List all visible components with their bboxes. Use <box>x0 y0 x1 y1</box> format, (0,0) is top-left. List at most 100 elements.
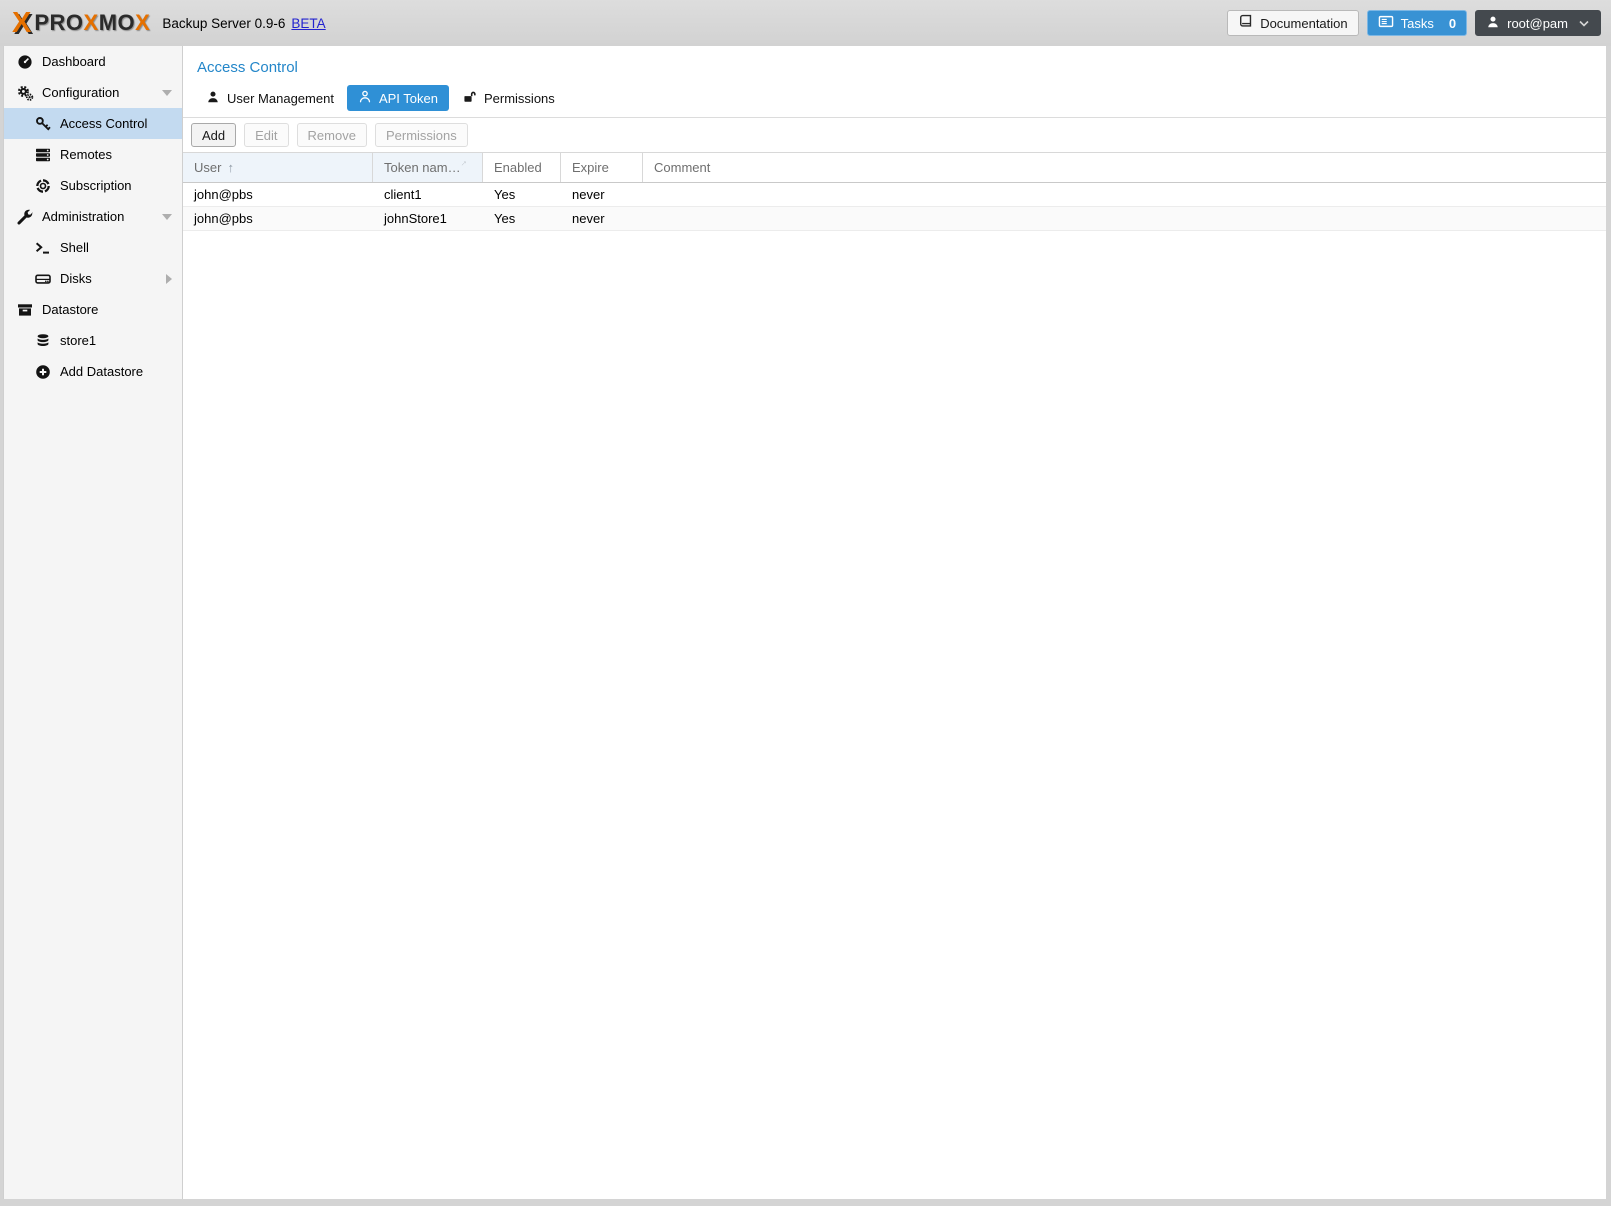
toolbar: Add Edit Remove Permissions <box>183 118 1606 153</box>
sidebar-item-label: Datastore <box>42 302 98 317</box>
user-menu-button[interactable]: root@pam <box>1475 10 1601 36</box>
logo-letters: MO <box>99 10 135 35</box>
top-bar-actions: Documentation Tasks 0 root@pam <box>1227 10 1601 36</box>
sort-asc-icon: ↑ <box>227 160 234 175</box>
cell-user: john@pbs <box>183 207 373 230</box>
tasks-count-badge: 0 <box>1449 16 1456 31</box>
expand-caret-icon[interactable] <box>166 274 172 284</box>
product-version-label: Backup Server 0.9-6 <box>162 16 285 31</box>
gauge-icon <box>16 54 34 70</box>
sidebar-item-label: Subscription <box>60 178 132 193</box>
cell-comment <box>643 183 1606 206</box>
unlock-icon <box>462 90 477 107</box>
tasks-button[interactable]: Tasks 0 <box>1367 10 1467 36</box>
cell-expire: never <box>561 183 643 206</box>
sidebar-item-label: Disks <box>60 271 92 286</box>
tab-label: User Management <box>227 91 334 106</box>
sidebar-item-label: Configuration <box>42 85 119 100</box>
archive-icon <box>16 302 34 318</box>
sidebar-item-disks[interactable]: Disks <box>4 263 182 294</box>
sidebar-item-access-control[interactable]: Access Control <box>4 108 182 139</box>
main-panel: Access Control User Management API Token… <box>183 46 1606 1199</box>
column-label: Token nam… <box>384 160 461 175</box>
top-bar: X PROXMOX Backup Server 0.9-6 BETA Docum… <box>0 0 1611 46</box>
proxmox-x-icon: X <box>12 9 31 38</box>
sidebar-item-configuration[interactable]: Configuration <box>4 77 182 108</box>
gears-icon <box>16 85 34 101</box>
sidebar-item-administration[interactable]: Administration <box>4 201 182 232</box>
tasks-label: Tasks <box>1401 16 1434 31</box>
server-icon <box>34 147 52 163</box>
wrench-icon <box>16 209 34 225</box>
permissions-button[interactable]: Permissions <box>375 123 468 147</box>
logo-letters: X <box>135 10 150 35</box>
page-title: Access Control <box>183 46 1606 85</box>
content-area: Dashboard Configuration Access Control R… <box>3 46 1606 1199</box>
book-icon <box>1238 14 1253 32</box>
sidebar-item-store1[interactable]: store1 <box>4 325 182 356</box>
collapse-caret-icon[interactable] <box>162 90 172 96</box>
hdd-icon <box>34 271 52 287</box>
key-icon <box>34 116 52 132</box>
table-header: User ↑ Token nam… ↑ Enabled Expire Comme… <box>183 153 1606 183</box>
remove-button[interactable]: Remove <box>297 123 367 147</box>
beta-link[interactable]: BETA <box>291 16 325 31</box>
table-row[interactable]: john@pbs client1 Yes never <box>183 183 1606 207</box>
column-header-token-name[interactable]: Token nam… ↑ <box>373 153 483 182</box>
plus-circle-icon <box>34 364 52 380</box>
user-outline-icon <box>358 89 372 107</box>
user-menu-label: root@pam <box>1507 16 1568 31</box>
column-header-comment[interactable]: Comment <box>643 153 1606 182</box>
database-icon <box>34 333 52 349</box>
tab-user-management[interactable]: User Management <box>195 85 345 111</box>
user-icon <box>1486 15 1500 32</box>
column-header-user[interactable]: User ↑ <box>183 153 373 182</box>
lifering-icon <box>34 178 52 194</box>
sidebar-item-label: Access Control <box>60 116 147 131</box>
tab-api-token[interactable]: API Token <box>347 85 449 111</box>
tab-bar: User Management API Token Permissions <box>183 85 1606 118</box>
sidebar-item-label: Dashboard <box>42 54 106 69</box>
cell-expire: never <box>561 207 643 230</box>
edit-button[interactable]: Edit <box>244 123 288 147</box>
terminal-icon <box>34 240 52 256</box>
tab-label: API Token <box>379 91 438 106</box>
table-row[interactable]: john@pbs johnStore1 Yes never <box>183 207 1606 231</box>
logo-letters: PRO <box>34 10 83 35</box>
sidebar: Dashboard Configuration Access Control R… <box>3 46 183 1199</box>
sidebar-item-label: store1 <box>60 333 96 348</box>
column-label: Enabled <box>494 160 542 175</box>
secondary-sort-icon: ↑ <box>459 157 469 167</box>
sidebar-item-datastore[interactable]: Datastore <box>4 294 182 325</box>
sidebar-item-label: Administration <box>42 209 124 224</box>
sidebar-item-shell[interactable]: Shell <box>4 232 182 263</box>
sidebar-item-remotes[interactable]: Remotes <box>4 139 182 170</box>
tab-permissions[interactable]: Permissions <box>451 85 566 111</box>
sidebar-item-subscription[interactable]: Subscription <box>4 170 182 201</box>
proxmox-logo: X PROXMOX <box>12 9 150 38</box>
column-label: Comment <box>654 160 710 175</box>
column-label: Expire <box>572 160 609 175</box>
sidebar-item-label: Shell <box>60 240 89 255</box>
proxmox-wordmark: PROXMOX <box>34 12 150 34</box>
documentation-label: Documentation <box>1260 16 1347 31</box>
cell-token-name: johnStore1 <box>373 207 483 230</box>
cell-user: john@pbs <box>183 183 373 206</box>
collapse-caret-icon[interactable] <box>162 214 172 220</box>
sidebar-item-label: Remotes <box>60 147 112 162</box>
documentation-button[interactable]: Documentation <box>1227 10 1358 36</box>
sidebar-item-dashboard[interactable]: Dashboard <box>4 46 182 77</box>
column-header-enabled[interactable]: Enabled <box>483 153 561 182</box>
tab-label: Permissions <box>484 91 555 106</box>
sidebar-item-label: Add Datastore <box>60 364 143 379</box>
task-list-icon <box>1378 14 1394 32</box>
cell-token-name: client1 <box>373 183 483 206</box>
add-button[interactable]: Add <box>191 123 236 147</box>
sidebar-item-add-datastore[interactable]: Add Datastore <box>4 356 182 387</box>
column-header-expire[interactable]: Expire <box>561 153 643 182</box>
chevron-down-icon <box>1578 19 1590 28</box>
user-icon <box>206 90 220 107</box>
table-body: john@pbs client1 Yes never john@pbs john… <box>183 183 1606 231</box>
cell-enabled: Yes <box>483 207 561 230</box>
column-label: User <box>194 160 221 175</box>
